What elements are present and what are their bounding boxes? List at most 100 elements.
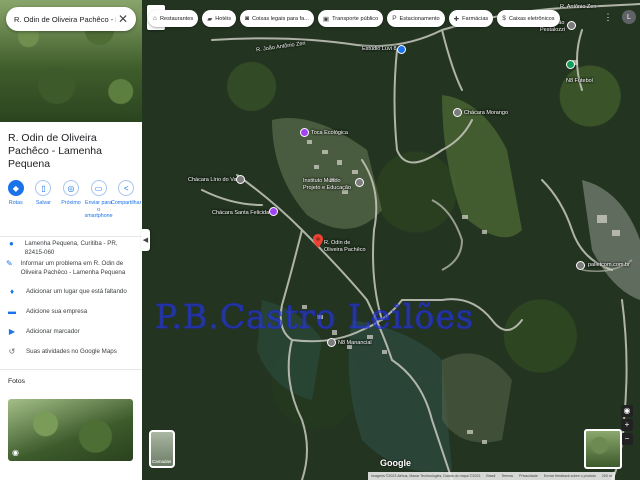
poi-marker-icon[interactable] bbox=[355, 178, 364, 187]
apps-grid-icon[interactable]: ⋮ bbox=[602, 11, 614, 23]
add-business-row[interactable]: ▬ Adicione sua empresa bbox=[0, 307, 142, 327]
chip-label: Transporte público bbox=[332, 15, 379, 22]
poi-marker-icon[interactable] bbox=[300, 128, 309, 137]
poi-marker-icon[interactable] bbox=[327, 338, 336, 347]
zoom-out-button[interactable]: − bbox=[621, 433, 633, 445]
search-input[interactable]: R. Odin de Oliveira Pachêco - Lamenha Pe… bbox=[14, 15, 116, 24]
share-icon: < bbox=[118, 180, 135, 196]
street-view-icon: ◉ bbox=[12, 448, 19, 457]
add-label-row[interactable]: ▶ Adicionar marcador bbox=[0, 327, 142, 347]
scale-bar[interactable]: 200 m bbox=[602, 474, 612, 478]
add-place-icon: ♦ bbox=[9, 287, 15, 296]
poi-marker-icon[interactable] bbox=[453, 108, 462, 117]
poi-label: Estúdio Luvi 8 bbox=[362, 46, 397, 52]
divider bbox=[0, 236, 142, 237]
action-label: Próximo bbox=[61, 200, 81, 206]
poi-label: Chácara Lírio do Vale bbox=[188, 177, 241, 183]
action-label: Rotas bbox=[8, 200, 23, 206]
nearby-icon: ◎ bbox=[62, 180, 79, 196]
poi-label: palletcom.com.br bbox=[588, 262, 630, 268]
share-button[interactable]: < Compartilhar bbox=[111, 180, 142, 230]
directions-icon: ◆ bbox=[7, 180, 24, 196]
address-row[interactable]: ● Lamenha Pequena, Curitiba - PR, 82415-… bbox=[0, 239, 142, 259]
action-buttons: ◆ Rotas ▯ Salvar ◎ Próximo ▭ Enviar para… bbox=[0, 180, 142, 230]
terms-link[interactable]: Termos bbox=[501, 474, 513, 478]
privacy-link[interactable]: Privacidade bbox=[519, 474, 538, 478]
add-business-text: Adicione sua empresa bbox=[26, 308, 88, 315]
divider bbox=[0, 369, 142, 370]
chip-atms[interactable]: $ Caixas eletrônicos bbox=[497, 10, 560, 27]
poi-marker-icon[interactable] bbox=[567, 21, 576, 30]
collapse-panel-button[interactable]: ◀ bbox=[141, 229, 150, 251]
history-icon: ↺ bbox=[8, 347, 16, 356]
poi-label: Chácara Santa Felicidade bbox=[212, 210, 276, 216]
chip-parking[interactable]: P Estacionamento bbox=[387, 10, 445, 27]
edit-icon: ✎ bbox=[6, 259, 13, 268]
phone-icon: ▭ bbox=[90, 180, 107, 196]
zoom-in-button[interactable]: + bbox=[621, 419, 633, 431]
poi-label: Chácara Morango bbox=[464, 110, 509, 116]
chip-pharmacies[interactable]: ✚ Farmácias bbox=[448, 10, 494, 27]
photos-heading: Fotos bbox=[8, 378, 25, 385]
action-label: Salvar bbox=[35, 200, 51, 206]
action-label: Compartilhar bbox=[111, 200, 142, 206]
map-footer: Imagens ©2023 Airbus, Maxar Technologies… bbox=[368, 472, 615, 480]
chip-label: Restaurantes bbox=[159, 15, 194, 22]
poi-label: Instituto Mundo Projeto e Educação bbox=[303, 178, 352, 191]
location-pin-icon: ● bbox=[8, 239, 14, 248]
chip-label: Caixas eletrônicos bbox=[508, 15, 555, 22]
satellite-map[interactable] bbox=[142, 0, 640, 480]
country-link[interactable]: Brasil bbox=[486, 474, 495, 478]
street-view-thumbnail[interactable] bbox=[584, 429, 622, 469]
location-pin-icon[interactable] bbox=[313, 234, 323, 253]
feedback-link[interactable]: Enviar feedback sobre o produto bbox=[544, 474, 596, 478]
poi-marker-icon[interactable] bbox=[236, 175, 245, 184]
search-box[interactable]: R. Odin de Oliveira Pachêco - Lamenha Pe… bbox=[6, 7, 136, 31]
atm-icon: $ bbox=[502, 15, 506, 22]
action-label: Enviar para o smartphone bbox=[84, 200, 113, 219]
my-location-icon[interactable]: ◉ bbox=[621, 405, 633, 417]
address-text: Lamenha Pequena, Curitiba - PR, 82415-06… bbox=[24, 240, 118, 256]
map-controls: ◉ + − bbox=[621, 405, 633, 445]
poi-label: N8 Manancial bbox=[338, 340, 372, 346]
layers-button[interactable]: Camadas bbox=[149, 430, 175, 468]
save-button[interactable]: ▯ Salvar bbox=[30, 180, 58, 230]
activity-text: Suas atividades no Google Maps bbox=[26, 348, 117, 355]
chip-restaurants[interactable]: ⌂ Restaurantes bbox=[148, 10, 199, 27]
layers-label: Camadas bbox=[152, 459, 172, 464]
bus-icon: ▣ bbox=[322, 15, 330, 23]
poi-marker-icon[interactable] bbox=[269, 207, 278, 216]
store-icon: ▬ bbox=[8, 307, 16, 316]
place-title: R. Odin de Oliveira Pachêco - Lamenha Pe… bbox=[8, 132, 102, 170]
chip-things-to-do[interactable]: ◙ Coisas legais para fa... bbox=[240, 10, 314, 27]
imagery-credit: Imagens ©2023 Airbus, Maxar Technologies… bbox=[371, 474, 481, 478]
selected-place-label: R. Odin de Oliveira Pachêco bbox=[324, 240, 366, 253]
watermark-text: P.B.Castro Leilões bbox=[155, 297, 474, 337]
poi-marker-icon[interactable] bbox=[576, 261, 585, 270]
place-panel: R. Odin de Oliveira Pachêco - Lamenha Pe… bbox=[0, 0, 142, 480]
directions-button[interactable]: ◆ Rotas bbox=[2, 180, 30, 230]
chip-transit[interactable]: ▣ Transporte público bbox=[317, 10, 384, 27]
chip-label: Farmácias bbox=[462, 15, 489, 22]
account-avatar[interactable]: L bbox=[622, 10, 636, 24]
maps-app: Pe ⌂Restaurantes ▰Hotéis ◙Coisas legais … bbox=[0, 0, 640, 480]
google-logo: Google bbox=[380, 458, 411, 468]
send-to-phone-button[interactable]: ▭ Enviar para o smartphone bbox=[85, 180, 113, 230]
chip-label: Hotéis bbox=[215, 15, 232, 22]
add-place-row[interactable]: ♦ Adicionar um lugar que está faltando bbox=[0, 287, 142, 307]
report-problem-row[interactable]: ✎ Informar um problema em R. Odin de Oli… bbox=[0, 259, 142, 287]
place-hero-image[interactable]: R. Odin de Oliveira Pachêco - Lamenha Pe… bbox=[0, 0, 142, 122]
pharmacy-icon: ✚ bbox=[453, 15, 460, 23]
hotel-icon: ▰ bbox=[207, 15, 213, 23]
report-problem-text: Informar um problema em R. Odin de Olive… bbox=[20, 260, 126, 276]
poi-marker-icon[interactable] bbox=[397, 45, 406, 54]
add-label-text: Adicionar marcador bbox=[26, 328, 80, 335]
poi-marker-icon[interactable] bbox=[566, 60, 575, 69]
map-roads bbox=[201, 3, 640, 480]
activity-row[interactable]: ↺ Suas atividades no Google Maps bbox=[0, 347, 142, 367]
nearby-button[interactable]: ◎ Próximo bbox=[57, 180, 85, 230]
close-icon[interactable]: ✕ bbox=[116, 12, 130, 26]
place-photo[interactable]: ◉ bbox=[8, 399, 133, 461]
chip-label: Estacionamento bbox=[399, 15, 440, 22]
chip-hotels[interactable]: ▰ Hotéis bbox=[202, 10, 237, 27]
